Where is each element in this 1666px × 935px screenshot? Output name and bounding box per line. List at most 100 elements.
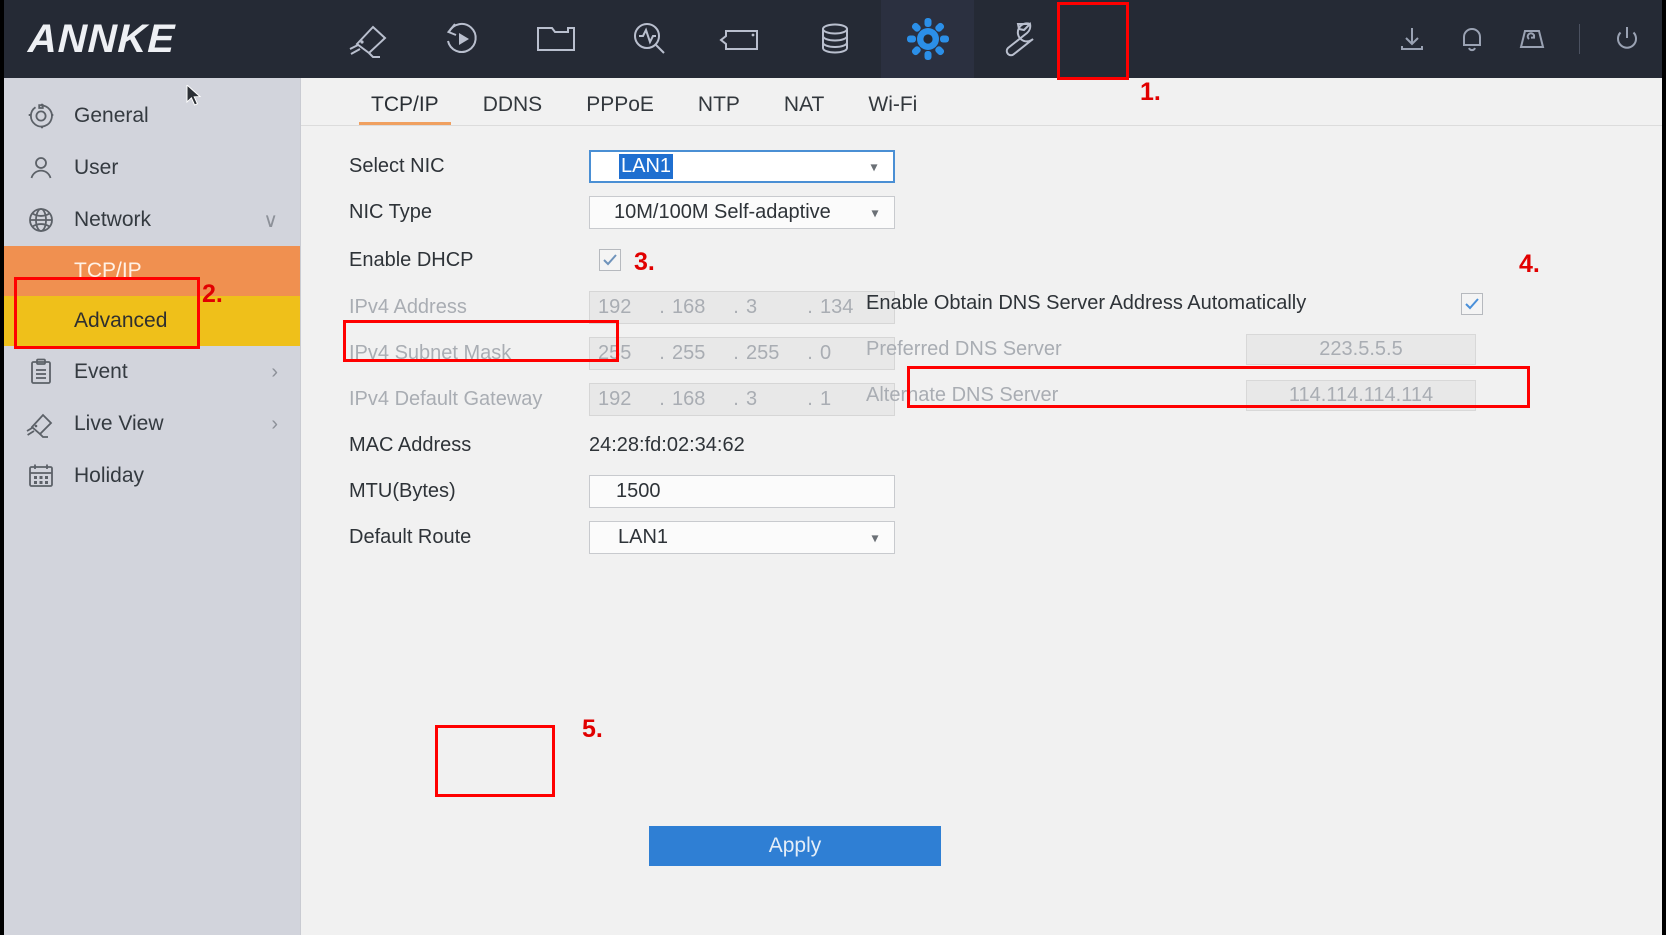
annotation-number-1: 1. bbox=[1140, 78, 1161, 106]
nic-type-dropdown[interactable]: 10M/100M Self-adaptive ▾ bbox=[589, 196, 895, 229]
select-nic-dropdown[interactable]: LAN1 ▾ bbox=[589, 150, 895, 183]
select-nic-control: LAN1 ▾ bbox=[589, 150, 895, 183]
tab-ntp[interactable]: NTP bbox=[676, 93, 762, 125]
gear-outline-icon bbox=[24, 99, 58, 133]
ip-separator: . bbox=[659, 296, 665, 318]
mac-address-label: MAC Address bbox=[349, 434, 472, 456]
preferred-dns-field[interactable]: 223.5.5.5 bbox=[1246, 334, 1476, 365]
select-nic-value: LAN1 bbox=[619, 154, 674, 179]
main-body: General User Network ∨ TCP/IP Advanced E… bbox=[4, 78, 1662, 935]
dns-auto-checkbox[interactable] bbox=[1461, 292, 1483, 315]
top-right-icon-group bbox=[1395, 0, 1644, 78]
ipv4-octet: 3 bbox=[746, 388, 758, 410]
calendar-icon bbox=[24, 459, 58, 493]
camera-icon[interactable] bbox=[323, 0, 416, 78]
smart-search-icon[interactable] bbox=[602, 0, 695, 78]
bell-icon[interactable] bbox=[1455, 22, 1489, 56]
settings-sidebar: General User Network ∨ TCP/IP Advanced E… bbox=[4, 78, 300, 935]
ipv4-default-gateway-field[interactable]: 192 . 168 . 3 . 1 bbox=[589, 383, 895, 416]
preferred-dns-label: Preferred DNS Server bbox=[866, 338, 1062, 360]
toolbar-divider bbox=[1579, 24, 1580, 54]
enable-dhcp-checkbox[interactable] bbox=[599, 249, 621, 271]
default-route-dropdown[interactable]: LAN1 ▾ bbox=[589, 521, 895, 554]
sidebar-item-advanced[interactable]: Advanced bbox=[4, 83, 300, 346]
top-navigation-bar: ANNKE bbox=[4, 0, 1662, 78]
ip-separator: . bbox=[733, 342, 739, 364]
tab-ddns[interactable]: DDNS bbox=[461, 93, 565, 125]
clipboard-icon bbox=[24, 355, 58, 389]
folder-icon[interactable] bbox=[509, 0, 602, 78]
ipv4-octet: 255 bbox=[746, 342, 780, 364]
annotation-number-5: 5. bbox=[582, 715, 603, 743]
sidebar-item-label: Holiday bbox=[74, 464, 145, 487]
nic-type-label: NIC Type bbox=[349, 201, 432, 223]
annke-logo: ANNKE bbox=[27, 16, 177, 61]
wrench-icon[interactable] bbox=[974, 0, 1067, 78]
ipv4-subnet-mask-field[interactable]: 255 . 255 . 255 . 0 bbox=[589, 337, 895, 370]
tab-pppoe[interactable]: PPPoE bbox=[564, 93, 676, 125]
network-tab-bar: TCP/IP DDNS PPPoE NTP NAT Wi-Fi bbox=[301, 78, 1662, 126]
apply-button[interactable]: Apply bbox=[649, 826, 941, 866]
tab-wifi[interactable]: Wi-Fi bbox=[846, 93, 939, 125]
annotation-number-2: 2. bbox=[202, 280, 223, 308]
globe-icon bbox=[24, 203, 58, 237]
mtu-label: MTU(Bytes) bbox=[349, 480, 456, 502]
sidebar-item-live-view[interactable]: Live View › bbox=[4, 398, 300, 450]
tab-tcpip[interactable]: TCP/IP bbox=[349, 93, 461, 125]
preferred-dns-row: Preferred DNS Server 223.5.5.5 bbox=[866, 327, 1486, 372]
sidebar-item-user[interactable]: User bbox=[4, 142, 300, 194]
default-route-label: Default Route bbox=[349, 526, 472, 548]
sidebar-item-general[interactable]: General bbox=[4, 90, 300, 142]
playback-icon[interactable] bbox=[416, 0, 509, 78]
dns-column: Enable Obtain DNS Server Address Automat… bbox=[866, 144, 1486, 419]
sidebar-item-label: User bbox=[74, 156, 119, 179]
nic-type-value: 10M/100M Self-adaptive bbox=[614, 201, 831, 223]
tab-nat[interactable]: NAT bbox=[762, 93, 846, 125]
alternate-dns-row: Alternate DNS Server 114.114.114.114 bbox=[866, 373, 1486, 418]
mtu-input[interactable]: 1500 bbox=[589, 475, 895, 508]
sidebar-item-event[interactable]: Event › bbox=[4, 346, 300, 398]
ip-separator: . bbox=[807, 296, 813, 318]
user-icon bbox=[24, 151, 58, 185]
ipv4-subnet-mask-label: IPv4 Subnet Mask bbox=[349, 342, 512, 364]
sidebar-item-label: Event bbox=[74, 360, 128, 383]
alternate-dns-field[interactable]: 114.114.114.114 bbox=[1246, 380, 1476, 411]
annotation-number-4: 4. bbox=[1519, 250, 1540, 278]
storage-icon[interactable] bbox=[788, 0, 881, 78]
ip-separator: . bbox=[807, 388, 813, 410]
gear-icon[interactable] bbox=[881, 0, 974, 78]
mac-address-row: MAC Address 24:28:fd:02:34:62 bbox=[349, 423, 1662, 468]
default-route-row: Default Route LAN1 ▾ bbox=[349, 515, 1662, 560]
dns-auto-label: Enable Obtain DNS Server Address Automat… bbox=[866, 292, 1307, 314]
sidebar-subitem-label: TCP/IP bbox=[74, 259, 142, 282]
download-icon[interactable] bbox=[1395, 22, 1429, 56]
annotation-number-3: 3. bbox=[634, 248, 655, 276]
chevron-down-icon: ∨ bbox=[263, 209, 278, 232]
nic-type-control: 10M/100M Self-adaptive ▾ bbox=[589, 196, 895, 229]
camera-icon bbox=[24, 407, 58, 441]
sidebar-subitem-label: Advanced bbox=[74, 309, 168, 332]
sidebar-item-holiday[interactable]: Holiday bbox=[4, 450, 300, 502]
mtu-row: MTU(Bytes) 1500 bbox=[349, 469, 1662, 514]
ipv4-octet: 192 bbox=[598, 388, 632, 410]
chevron-right-icon: › bbox=[271, 412, 278, 435]
record-icon[interactable] bbox=[695, 0, 788, 78]
default-route-control: LAN1 ▾ bbox=[589, 521, 895, 554]
mac-address-value: 24:28:fd:02:34:62 bbox=[589, 434, 745, 456]
sidebar-item-tcpip[interactable]: TCP/IP bbox=[4, 246, 300, 296]
chevron-down-icon: ▾ bbox=[871, 529, 879, 545]
chevron-right-icon: › bbox=[271, 360, 278, 383]
ipv4-octet: 192 bbox=[598, 296, 632, 318]
ipv4-default-gateway-label: IPv4 Default Gateway bbox=[349, 388, 543, 410]
ip-separator: . bbox=[733, 388, 739, 410]
ipv4-address-field[interactable]: 192 . 168 . 3 . 134 bbox=[589, 291, 895, 324]
ipv4-octet: 3 bbox=[746, 296, 758, 318]
sidebar-item-label: Network bbox=[74, 208, 152, 231]
sidebar-item-network[interactable]: Network ∨ bbox=[4, 194, 300, 246]
ipv4-octet: 255 bbox=[672, 342, 706, 364]
device-icon[interactable] bbox=[1515, 22, 1549, 56]
settings-content-panel: TCP/IP DDNS PPPoE NTP NAT Wi-Fi Select N… bbox=[300, 78, 1662, 935]
nvr-app-window: ANNKE General User Network ∨ TCP/IP Adva… bbox=[0, 0, 1666, 935]
power-icon[interactable] bbox=[1610, 22, 1644, 56]
dns-auto-row: Enable Obtain DNS Server Address Automat… bbox=[866, 281, 1486, 326]
